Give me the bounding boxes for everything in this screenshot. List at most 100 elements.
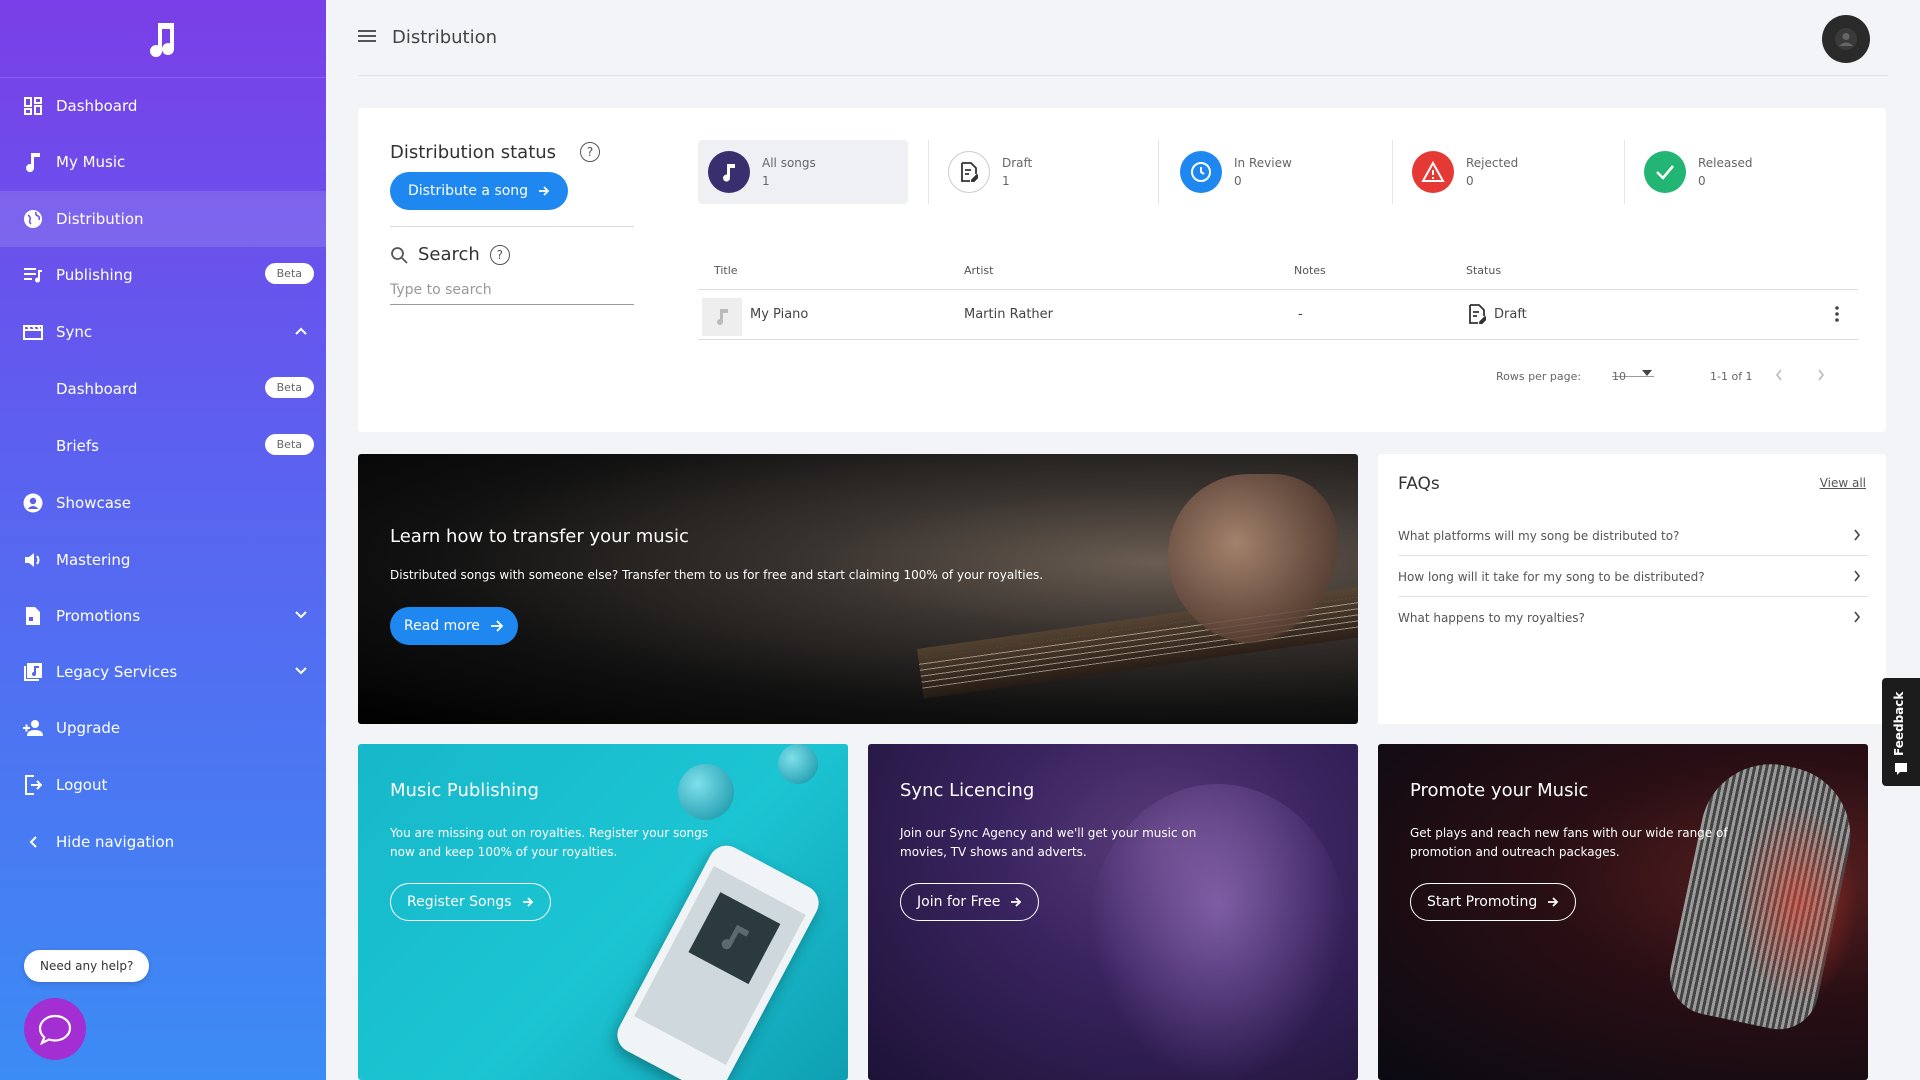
- music-publishing-card: Music Publishing You are missing out on …: [358, 744, 848, 1080]
- top-bar: Distribution: [358, 0, 1888, 76]
- read-more-button[interactable]: Read more: [390, 607, 518, 645]
- beta-badge: Beta: [264, 434, 314, 455]
- search-input[interactable]: [390, 276, 634, 305]
- song-title: My Piano: [750, 307, 809, 322]
- chevron-left-icon[interactable]: [1774, 368, 1784, 385]
- feedback-tab[interactable]: Feedback: [1882, 678, 1920, 786]
- feedback-icon: [1895, 763, 1907, 775]
- join-for-free-label: Join for Free: [917, 894, 1001, 910]
- songs-table-header: Title Artist Notes Status: [698, 254, 1858, 290]
- rows-per-page-select[interactable]: 10: [1612, 360, 1654, 383]
- playlist-icon: [22, 264, 44, 286]
- divider: [390, 226, 634, 227]
- sidebar-item-promotions[interactable]: Promotions: [0, 588, 326, 644]
- chevron-down-icon[interactable]: [294, 661, 308, 680]
- stat-count: 1: [1002, 174, 1010, 188]
- table-row[interactable]: My Piano Martin Rather - Draft: [698, 292, 1858, 340]
- sidebar-item-label: Showcase: [56, 494, 131, 512]
- card-text: You are missing out on royalties. Regist…: [390, 826, 709, 859]
- distribution-status-panel: Distribution status ? Distribute a song …: [358, 108, 1886, 432]
- arrow-right-icon: [490, 620, 504, 632]
- distribute-song-button[interactable]: Distribute a song: [390, 172, 569, 210]
- sidebar-item-showcase[interactable]: Showcase: [0, 475, 326, 531]
- beta-badge: Beta: [264, 263, 314, 284]
- search-header: Search ?: [390, 244, 510, 265]
- music-note-logo-icon: [150, 22, 175, 57]
- sidebar-item-mastering[interactable]: Mastering: [0, 532, 326, 588]
- view-all-link[interactable]: View all: [1820, 476, 1866, 490]
- column-header-status[interactable]: Status: [1466, 264, 1501, 277]
- card-title: Music Publishing: [390, 780, 539, 801]
- logout-icon: [22, 774, 44, 796]
- help-icon[interactable]: ?: [580, 142, 600, 162]
- search-icon: [391, 246, 408, 264]
- sidebar-item-hide-navigation[interactable]: Hide navigation: [0, 814, 326, 870]
- sidebar-item-label: Upgrade: [56, 719, 121, 737]
- sidebar-item-publishing[interactable]: Publishing Beta: [0, 247, 326, 303]
- faq-item[interactable]: What platforms will my song be distribut…: [1398, 516, 1868, 556]
- join-for-free-button[interactable]: Join for Free: [900, 883, 1040, 921]
- document-icon: [22, 605, 44, 627]
- arrow-right-icon: [1548, 897, 1559, 907]
- stat-name: Released: [1698, 156, 1753, 170]
- card-text: Get plays and reach new fans with our wi…: [1410, 826, 1728, 859]
- checkmark-icon: [1644, 151, 1686, 193]
- sidebar-item-label: Dashboard: [56, 97, 138, 115]
- microphone-glow: [1738, 804, 1858, 1004]
- column-header-artist[interactable]: Artist: [964, 264, 993, 277]
- decorative-bubble: [678, 764, 734, 820]
- help-icon[interactable]: ?: [489, 244, 510, 265]
- stat-count: 0: [1698, 174, 1706, 188]
- stat-count: 0: [1234, 174, 1242, 188]
- sidebar-item-dashboard[interactable]: Dashboard: [0, 78, 326, 134]
- rows-per-page-value: 10: [1612, 370, 1626, 383]
- divider: [1624, 140, 1625, 204]
- sidebar-item-label: My Music: [56, 153, 126, 171]
- sidebar-item-sync-dashboard[interactable]: Dashboard Beta: [0, 361, 326, 417]
- column-header-title[interactable]: Title: [714, 264, 738, 277]
- stat-card-all-songs[interactable]: All songs 1: [698, 140, 908, 204]
- start-promoting-button[interactable]: Start Promoting: [1410, 883, 1577, 921]
- avatar[interactable]: [1822, 15, 1870, 63]
- chevron-up-icon[interactable]: [294, 321, 308, 340]
- user-avatar-icon: [1835, 28, 1857, 50]
- need-help-tooltip[interactable]: Need any help?: [24, 950, 150, 982]
- divider: [928, 140, 929, 204]
- chevron-down-icon[interactable]: [294, 605, 308, 624]
- music-note-icon: [721, 924, 750, 950]
- sidebar-item-legacy-services[interactable]: Legacy Services: [0, 644, 326, 700]
- chevron-right-icon[interactable]: [1816, 368, 1826, 385]
- stat-count: 0: [1466, 174, 1474, 188]
- beta-badge: Beta: [264, 377, 314, 398]
- chevron-right-icon: [1852, 569, 1862, 586]
- arrow-right-icon: [522, 897, 533, 907]
- stat-card-rejected[interactable]: Rejected 0: [1402, 140, 1612, 204]
- sidebar-item-distribution[interactable]: Distribution: [0, 191, 326, 247]
- more-vert-icon[interactable]: [1834, 305, 1840, 327]
- song-notes: -: [1298, 307, 1303, 322]
- sidebar-item-sync[interactable]: Sync: [0, 304, 326, 360]
- hamburger-menu-icon[interactable]: [358, 28, 376, 47]
- sidebar-item-label: Mastering: [56, 551, 131, 569]
- search-label: Search: [418, 244, 480, 265]
- chat-button[interactable]: [24, 998, 86, 1060]
- faq-question: What happens to my royalties?: [1398, 611, 1585, 625]
- register-songs-button[interactable]: Register Songs: [390, 883, 551, 921]
- chat-bubble-icon: [38, 1014, 72, 1045]
- sidebar-item-logout[interactable]: Logout: [0, 757, 326, 813]
- sidebar-item-upgrade[interactable]: Upgrade: [0, 700, 326, 756]
- sidebar-item-briefs[interactable]: Briefs Beta: [0, 418, 326, 474]
- music-note-icon: [22, 151, 44, 173]
- app-logo[interactable]: [0, 0, 326, 78]
- stat-name: All songs: [762, 156, 816, 170]
- faq-item[interactable]: How long will it take for my song to be …: [1398, 557, 1868, 597]
- stat-card-in-review[interactable]: In Review 0: [1170, 140, 1380, 204]
- sidebar-item-my-music[interactable]: My Music: [0, 134, 326, 190]
- column-header-notes[interactable]: Notes: [1294, 264, 1326, 277]
- faq-item[interactable]: What happens to my royalties?: [1398, 598, 1868, 638]
- stat-card-draft[interactable]: Draft 1: [938, 140, 1148, 204]
- phone-screen: [634, 866, 806, 1065]
- stat-card-released[interactable]: Released 0: [1634, 140, 1844, 204]
- library-icon: [22, 661, 44, 683]
- globe-icon: [22, 208, 44, 230]
